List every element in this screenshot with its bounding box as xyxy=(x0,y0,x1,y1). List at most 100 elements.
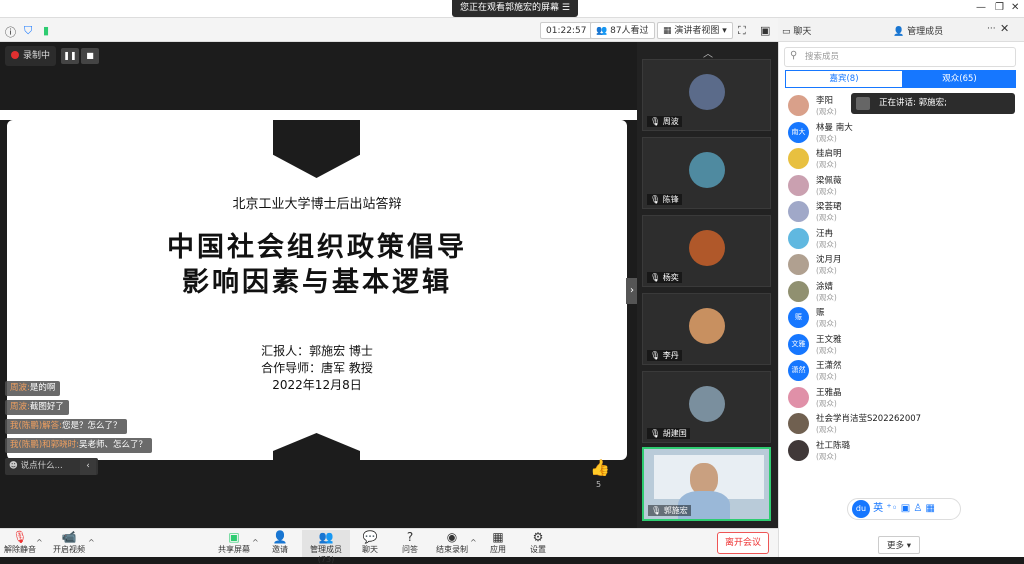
stop-recording-button[interactable]: ■ xyxy=(81,48,99,64)
video-tile-name: 🎙 周波 xyxy=(647,116,682,127)
recording-indicator: 录制中 xyxy=(5,46,57,66)
member-search-input[interactable]: 搜索成员 xyxy=(784,47,1016,67)
member-name: 沈月月 xyxy=(816,255,842,265)
close-window-icon[interactable]: ✕ xyxy=(1011,2,1019,13)
member-list-item[interactable]: 桂启明 (观众) xyxy=(788,146,1016,172)
invite-button[interactable]: 👤 邀请 xyxy=(272,530,288,555)
more-options-icon[interactable]: ··· xyxy=(987,24,996,34)
chevron-up-icon[interactable]: ︿ xyxy=(703,45,713,60)
member-list-item[interactable]: 潇然 王潇然 (观众) xyxy=(788,358,1016,384)
slide-title-line1: 中国社会组织政策倡导 xyxy=(167,232,467,263)
member-role: (观众) xyxy=(816,186,837,196)
video-tile-name: 🎙 胡建国 xyxy=(647,428,690,439)
settings-button[interactable]: ⚙ 设置 xyxy=(530,530,546,555)
member-list-item[interactable]: 社工陈璐 (观众) xyxy=(788,438,1016,464)
view-mode-dropdown[interactable]: ▦ 演讲者视图 ▾ xyxy=(657,22,733,39)
participant-name: 李丹 xyxy=(662,351,679,360)
close-panel-icon[interactable]: ✕ xyxy=(1000,22,1009,35)
member-role: (观众) xyxy=(816,213,837,222)
participant-avatar xyxy=(689,152,725,188)
member-list-item[interactable]: 赈赈 (观众) xyxy=(788,305,1016,331)
member-name: 涂婧 xyxy=(816,281,834,292)
chat-sender: 周波: xyxy=(10,383,30,393)
slide-subtitle: 北京工业大学博士后出站答辩 xyxy=(232,197,402,212)
qa-button[interactable]: ? 问答 xyxy=(402,530,418,555)
share-options-chevron-icon[interactable]: ^ xyxy=(252,538,259,547)
share-screen-icon: ▣ xyxy=(228,530,240,544)
shield-icon[interactable]: ⛉ xyxy=(24,24,32,38)
leave-meeting-button[interactable]: 离开会议 xyxy=(717,532,769,554)
viewing-banner[interactable]: 您正在观看郭施宏的屏幕 ☰ xyxy=(452,0,578,17)
qa-label: 问答 xyxy=(402,545,418,554)
fullscreen-icon[interactable]: ⛶ xyxy=(738,24,746,38)
member-list-item[interactable]: 南大 林曼 南大 (观众) xyxy=(788,120,1016,146)
stop-record-icon: ◉ xyxy=(446,530,458,544)
more-button[interactable]: 更多 ▾ xyxy=(878,536,920,554)
member-name: 社会学肖洁莹S202262007 xyxy=(816,414,922,424)
invite-label: 邀请 xyxy=(272,545,288,554)
member-avatar: 赈 xyxy=(788,307,809,328)
member-list-item[interactable]: 汪冉 (观众) xyxy=(788,226,1016,252)
member-list-item[interactable]: 社会学肖洁莹S202262007 (观众) xyxy=(788,411,1016,437)
participant-avatar xyxy=(689,74,725,110)
member-list-item[interactable]: 文雅 王文雅 (观众) xyxy=(788,332,1016,358)
member-list-item[interactable]: 王雅晶 (观众) xyxy=(788,385,1016,411)
viewer-count-button[interactable]: 👥 87人看过 xyxy=(590,22,655,39)
chat-collapse-icon[interactable]: ‹ xyxy=(80,458,96,475)
info-icon[interactable]: ⓘ xyxy=(5,24,16,40)
chat-input-placeholder: 说点什么... xyxy=(20,461,63,471)
self-video-tile[interactable]: 🎙 郭施宏 xyxy=(642,447,771,521)
member-avatar xyxy=(788,386,809,408)
ime-toolbar[interactable]: du 英 ⁺◦ ▣ ♙ ▦ xyxy=(847,498,961,520)
video-tile[interactable]: 🎙 周波 xyxy=(642,59,771,131)
segment-guests[interactable]: 嘉宾(8) xyxy=(785,70,903,88)
video-tile-name: 🎙 陈锋 xyxy=(647,194,682,205)
thumbs-up-icon[interactable]: 👍 xyxy=(590,458,610,477)
manage-members-button[interactable]: 👥 管理成员(73) xyxy=(302,530,350,564)
member-list-item[interactable]: 涂婧 (观众) xyxy=(788,279,1016,305)
emoji-icon[interactable]: ☻ xyxy=(9,461,18,471)
member-avatar xyxy=(788,95,809,116)
pause-recording-button[interactable]: ❚❚ xyxy=(61,48,79,64)
mic-options-chevron-icon[interactable]: ^ xyxy=(36,538,43,547)
menu-icon: ☰ xyxy=(561,3,570,13)
member-name: 林曼 南大 xyxy=(816,122,853,133)
start-video-button[interactable]: 📹 开启视频 xyxy=(53,530,85,555)
member-list-item[interactable]: 梁佩薇 (观众) xyxy=(788,173,1016,199)
share-screen-button[interactable]: ▣ 共享屏幕 xyxy=(218,530,250,555)
tab-chat[interactable]: ▭ 聊天 xyxy=(782,24,811,37)
tab-chat-label: 聊天 xyxy=(793,27,812,37)
slide-reporter: 汇报人：郭施宏 博士 xyxy=(261,344,373,358)
video-tile[interactable]: 🎙 陈锋 xyxy=(642,137,771,209)
tab-members[interactable]: 👤 管理成员 xyxy=(893,24,943,37)
unmute-button[interactable]: 🎙 解除静音 xyxy=(4,530,36,555)
member-name: 赈 xyxy=(816,308,825,318)
member-avatar xyxy=(788,227,809,249)
record-options-chevron-icon[interactable]: ^ xyxy=(470,538,477,547)
chat-button[interactable]: 💬 聊天 xyxy=(362,530,378,555)
member-list-item[interactable]: 沈月月 (观众) xyxy=(788,252,1016,278)
minimize-icon[interactable]: — xyxy=(976,2,986,13)
member-role: (观众) xyxy=(816,292,837,302)
member-role: (观众) xyxy=(816,266,837,275)
end-recording-label: 结束录制 xyxy=(436,545,468,554)
signal-icon[interactable]: ▮ xyxy=(43,24,49,37)
video-tile[interactable]: 🎙 李丹 xyxy=(642,293,771,365)
participant-name: 陈锋 xyxy=(662,195,679,204)
video-tile[interactable]: 🎙 胡建国 xyxy=(642,371,771,443)
member-role: (观众) xyxy=(816,107,837,116)
question-icon: ? xyxy=(406,530,414,544)
members-icon: 👤 xyxy=(893,27,905,37)
video-options-chevron-icon[interactable]: ^ xyxy=(88,538,95,547)
member-name: 李阳 xyxy=(816,96,834,106)
segment-audience[interactable]: 观众(65) xyxy=(903,70,1016,88)
unmute-label: 解除静音 xyxy=(4,545,36,554)
sidebar-toggle-icon[interactable]: ▣ xyxy=(760,24,770,37)
video-tile[interactable]: 🎙 杨奕 xyxy=(642,215,771,287)
restore-icon[interactable]: ❐ xyxy=(995,2,1004,13)
end-recording-button[interactable]: ◉ 结束录制 xyxy=(436,530,468,555)
apps-button[interactable]: ▦ 应用 xyxy=(490,530,506,555)
chat-label: 聊天 xyxy=(362,545,378,554)
member-role: (观众) xyxy=(816,133,837,143)
member-list-item[interactable]: 梁荟珺 (观众) xyxy=(788,199,1016,225)
